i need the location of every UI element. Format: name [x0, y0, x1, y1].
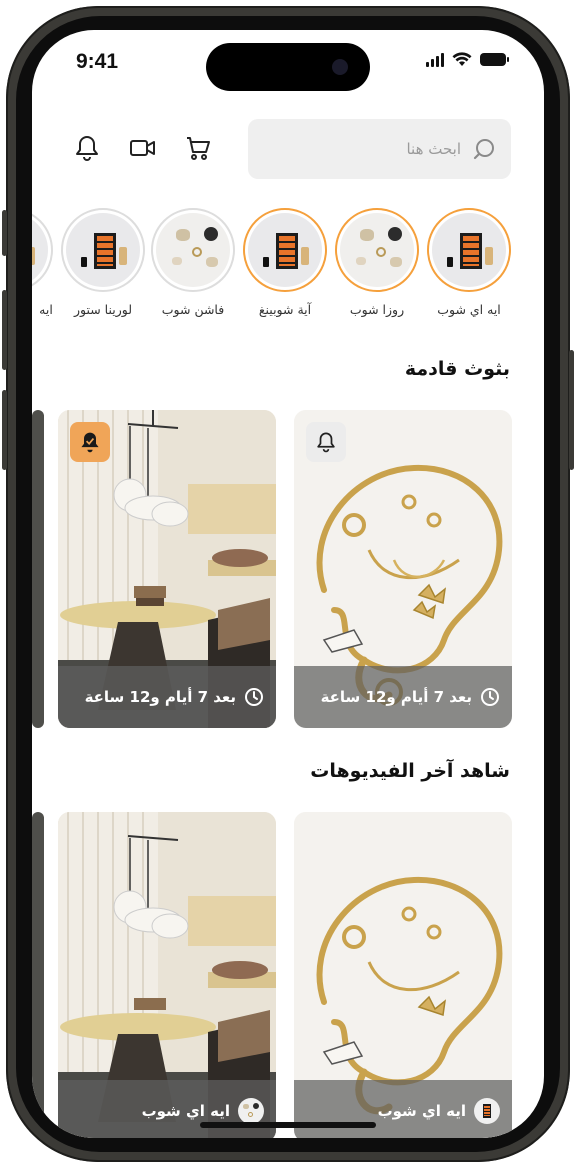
- app-screen: 9:41 ابحث هنا ايه اي شوب روزا شوب آية شو…: [32, 30, 544, 1138]
- story-label: آية شوبينغ: [258, 302, 312, 317]
- story-item[interactable]: روزا شوب: [334, 208, 420, 328]
- shop-avatar: [474, 1098, 500, 1124]
- cart-icon[interactable]: [184, 133, 214, 163]
- status-icons: [426, 52, 509, 67]
- story-ring: [151, 208, 235, 292]
- story-jewelry-image: [340, 213, 414, 287]
- clock-icon: [481, 688, 499, 706]
- wifi-icon: [452, 52, 472, 66]
- clock-icon: [245, 688, 263, 706]
- dynamic-island: [206, 43, 370, 91]
- volume-up-button: [2, 290, 7, 370]
- story-ring: [243, 208, 327, 292]
- stories-row: ايه اي شوب روزا شوب آية شوبينغ فاشن شوب …: [32, 208, 544, 328]
- story-item[interactable]: فاشن شوب: [150, 208, 236, 328]
- signal-icon: [426, 52, 444, 67]
- bell-icon[interactable]: [72, 133, 102, 163]
- story-label: ايه: [39, 302, 53, 317]
- mute-switch: [2, 210, 7, 256]
- upcoming-section-title: بثوث قادمة: [404, 358, 510, 380]
- search-placeholder: ابحث هنا: [406, 140, 461, 158]
- story-item[interactable]: ايه: [32, 208, 54, 328]
- top-bar: ابحث هنا: [32, 118, 544, 180]
- reminder-bell-button[interactable]: [70, 422, 110, 462]
- schedule-bar: بعد 7 أيام و12 ساعة: [294, 666, 512, 728]
- video-card[interactable]: ايه اي شوب: [294, 812, 512, 1138]
- battery-icon: [480, 53, 509, 66]
- videos-section-title: شاهد آخر الفيديوهات: [310, 760, 510, 782]
- search-icon: [473, 139, 494, 160]
- story-label: روزا شوب: [349, 302, 405, 317]
- story-product-image: [432, 213, 506, 287]
- schedule-bar: بعد 7 أيام و12 ساعة: [58, 666, 276, 728]
- upcoming-card-partial[interactable]: [32, 410, 44, 728]
- bell-icon: [317, 432, 335, 453]
- story-ring: [335, 208, 419, 292]
- search-input[interactable]: ابحث هنا: [248, 119, 511, 179]
- story-ring: [61, 208, 145, 292]
- schedule-text: بعد 7 أيام و12 ساعة: [320, 688, 472, 706]
- story-jewelry-image: [156, 213, 230, 287]
- shop-name: ايه اي شوب: [377, 1102, 466, 1120]
- power-button: [569, 350, 574, 470]
- volume-down-button: [2, 390, 7, 470]
- upcoming-live-card[interactable]: بعد 7 أيام و12 ساعة: [58, 410, 276, 728]
- home-indicator[interactable]: [200, 1122, 376, 1128]
- shop-avatar: [238, 1098, 264, 1124]
- story-product-image: [248, 213, 322, 287]
- story-label: فاشن شوب: [161, 302, 225, 317]
- upcoming-live-card[interactable]: بعد 7 أيام و12 ساعة: [294, 410, 512, 728]
- story-label: لورينا ستور: [73, 302, 133, 317]
- story-label: ايه اي شوب: [437, 302, 501, 317]
- reminder-bell-button[interactable]: [306, 422, 346, 462]
- story-item[interactable]: لورينا ستور: [60, 208, 146, 328]
- status-time: 9:41: [76, 50, 119, 73]
- story-ring: [427, 208, 511, 292]
- story-ring: [32, 208, 53, 292]
- video-icon[interactable]: [128, 133, 158, 163]
- video-card-partial[interactable]: [32, 812, 44, 1138]
- camera-icon: [332, 59, 348, 75]
- story-product-image: [32, 213, 48, 287]
- bell-check-icon: [81, 432, 99, 453]
- shop-name: ايه اي شوب: [141, 1102, 230, 1120]
- story-item[interactable]: آية شوبينغ: [242, 208, 328, 328]
- story-item[interactable]: ايه اي شوب: [426, 208, 512, 328]
- schedule-text: بعد 7 أيام و12 ساعة: [84, 688, 236, 706]
- story-product-image: [66, 213, 140, 287]
- video-shop-bar: ايه اي شوب: [294, 1080, 512, 1138]
- video-shop-bar: ايه اي شوب: [58, 1080, 276, 1138]
- status-bar: 9:41: [32, 30, 544, 94]
- video-card[interactable]: ايه اي شوب: [58, 812, 276, 1138]
